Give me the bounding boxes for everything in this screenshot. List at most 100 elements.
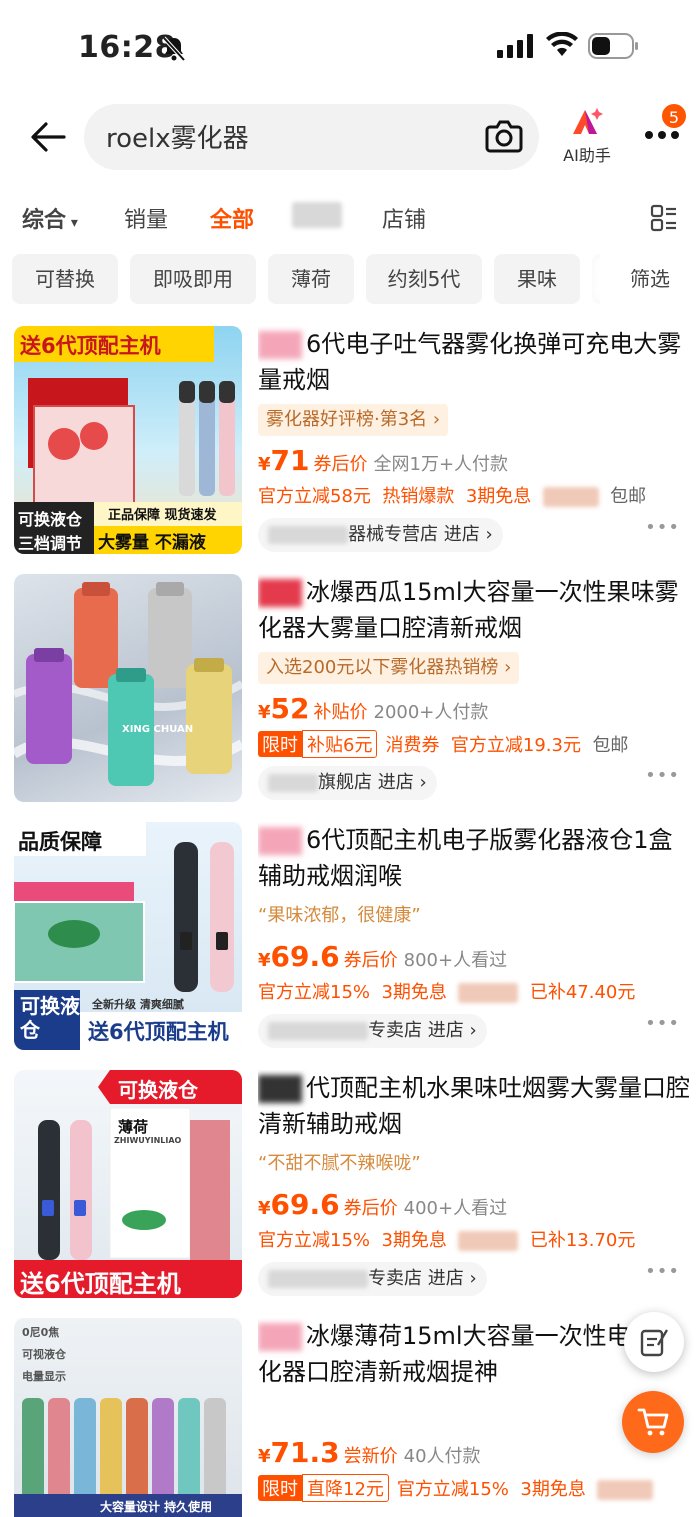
- price-label: 券后价: [343, 1198, 398, 1219]
- battery-icon: [588, 33, 638, 59]
- product-card[interactable]: 送6代顶配主机 可换液仓 三档调节 正品保障 现货速发 大雾量 不漏液 6代电子…: [0, 326, 700, 572]
- promo-tags: 官方立减15% 3期免息 已补47.40元: [258, 978, 694, 1010]
- subsidy-tag: 已补13.70元: [529, 1230, 636, 1251]
- status-bar: 16:28: [0, 0, 700, 96]
- img-text: 大容量设计 持久使用: [100, 1500, 213, 1514]
- layout-toggle-icon[interactable]: [650, 204, 678, 232]
- product-title-text: 冰爆薄荷15ml大容量一次性电子雾化器口腔清新戒烟提神: [258, 1322, 679, 1386]
- price-drop-tag: 直降12元: [302, 1474, 389, 1502]
- img-text: 可视液仓: [22, 1348, 66, 1361]
- more-options-icon[interactable]: •••: [645, 765, 680, 786]
- rank-badge[interactable]: 入选200元以下雾化器热销榜 ›: [258, 652, 520, 684]
- product-title-text: 冰爆西瓜15ml大容量一次性果味雾化器大雾量口腔清新戒烟: [258, 578, 679, 642]
- product-title: 代顶配主机水果味吐烟雾大雾量口腔清新辅助戒烟: [258, 1070, 694, 1142]
- chip-mint[interactable]: 薄荷: [268, 254, 354, 304]
- img-text: 三档调节: [18, 534, 83, 553]
- filter-button[interactable]: 筛选: [600, 254, 700, 304]
- img-text: 送6代顶配主机: [20, 1270, 181, 1298]
- chip-fruit[interactable]: 果味: [494, 254, 580, 304]
- img-text: 品质保障: [18, 830, 102, 854]
- cart-icon: [637, 1408, 669, 1436]
- more-options-icon[interactable]: •••: [645, 517, 680, 538]
- price-label: 券后价: [313, 454, 368, 475]
- product-card[interactable]: 品质保障 可换液仓 送6代顶配主机 全新升级 清爽细腻 6代顶配主机电子版雾化器…: [0, 822, 700, 1068]
- product-card[interactable]: 可换液仓 送6代顶配主机 薄荷 ZHIWUYINLIAO 代顶配主机水果味吐烟雾…: [0, 1070, 700, 1316]
- chip-ready-to-use[interactable]: 即吸即用: [130, 254, 256, 304]
- currency: ¥: [258, 1446, 271, 1467]
- blurred-brand: [258, 827, 302, 855]
- signal-icon: [497, 34, 533, 58]
- chip-replaceable[interactable]: 可替换: [12, 254, 118, 304]
- img-text: 0尼0焦: [22, 1326, 60, 1339]
- product-image: 品质保障 可换液仓 送6代顶配主机 全新升级 清爽细腻: [14, 822, 242, 1050]
- product-image: 可换液仓 送6代顶配主机 薄荷 ZHIWUYINLIAO: [14, 1070, 242, 1298]
- blurred-brand: [258, 579, 302, 607]
- wifi-icon: [546, 32, 578, 56]
- blurred-brand: [258, 1323, 302, 1351]
- bell-muted-icon: [162, 36, 186, 62]
- ai-sparkle-icon: [573, 108, 603, 134]
- product-title: 6代电子吐气器雾化换弹可充电大雾量戒烟: [258, 326, 694, 398]
- more-options-icon[interactable]: •••: [645, 1013, 680, 1034]
- rank-badge[interactable]: 雾化器好评榜·第3名 ›: [258, 404, 449, 436]
- product-card[interactable]: XING CHUAN 冰爆西瓜15ml大容量一次性果味雾化器大雾量口腔清新戒烟 …: [0, 574, 700, 820]
- camera-icon[interactable]: [484, 117, 524, 155]
- promo-tag: 热销爆款: [382, 486, 455, 507]
- shop-link[interactable]: 器械专营店 进店 ›: [258, 518, 503, 552]
- review-quote: “不甜不腻不辣喉咙”: [258, 1153, 421, 1174]
- product-2-illustration: [14, 582, 242, 786]
- blurred-tab[interactable]: [292, 202, 342, 234]
- img-brand-text: XING CHUAN: [122, 724, 194, 735]
- ai-assistant-button[interactable]: AI助手: [556, 106, 618, 166]
- price-row: ¥69.6 券后价 800+人看过: [258, 940, 694, 976]
- sort-comprehensive-label: 综合: [22, 208, 67, 233]
- product-card[interactable]: 0尼0焦 可视液仓 电量显示 大容量设计 持久使用 冰爆薄荷15ml大容量一次性…: [0, 1318, 700, 1517]
- shop-name: 器械专营店 进店 ›: [348, 524, 493, 545]
- price: 71: [270, 444, 310, 477]
- shipping-tag: 包邮: [610, 486, 647, 507]
- shop-link[interactable]: 专卖店 进店 ›: [258, 1262, 487, 1296]
- sort-comprehensive[interactable]: 综合 ▾: [22, 202, 78, 234]
- img-text: ZHIWUYINLIAO: [114, 1136, 182, 1145]
- promo-tag: 3期免息: [381, 1230, 447, 1251]
- product-info: 6代电子吐气器雾化换弹可充电大雾量戒烟 雾化器好评榜·第3名 › ¥71 券后价全…: [258, 326, 694, 552]
- more-options-icon[interactable]: •••: [645, 1261, 680, 1282]
- cart-button[interactable]: [622, 1391, 684, 1453]
- img-text: 送6代顶配主机: [20, 334, 161, 358]
- search-input[interactable]: roelx雾化器: [84, 104, 539, 170]
- price-label: 券后价: [343, 950, 398, 971]
- sort-sales[interactable]: 销量: [124, 202, 168, 234]
- img-text: 全新升级 清爽细腻: [92, 998, 184, 1011]
- promo-tag: 官方立减58元: [258, 486, 371, 507]
- promo-tags: 官方立减15% 3期免息 已补13.70元: [258, 1226, 694, 1258]
- price-row: ¥69.6 券后价 400+人看过: [258, 1188, 694, 1224]
- img-text: 可换液仓: [118, 1078, 198, 1102]
- product-title-text: 代顶配主机水果味吐烟雾大雾量口腔清新辅助戒烟: [258, 1074, 690, 1138]
- subsidy-tag: 补贴6元: [302, 730, 378, 758]
- product-title-text: 6代顶配主机电子版雾化器液仓1盒辅助戒烟润喉: [258, 826, 673, 890]
- blurred-brand: [258, 1075, 302, 1103]
- feedback-button[interactable]: [624, 1312, 684, 1372]
- shop-link[interactable]: 旗舰店 进店 ›: [258, 766, 437, 800]
- filter-chips: 可替换 即吸即用 薄荷 约刻5代 果味: [0, 254, 700, 306]
- sort-shop[interactable]: 店铺: [382, 202, 426, 234]
- chip-gen5[interactable]: 约刻5代: [366, 254, 482, 304]
- review-quote: “果味浓郁，很健康”: [258, 905, 421, 926]
- shop-name: 专卖店 进店 ›: [368, 1268, 477, 1289]
- currency: ¥: [258, 950, 271, 971]
- promo-tag: 官方立减15%: [258, 1230, 371, 1251]
- more-icon[interactable]: [644, 130, 680, 140]
- sort-all[interactable]: 全部: [210, 202, 254, 234]
- promo-tag: 官方立减15%: [396, 1479, 509, 1500]
- edit-note-icon: [640, 1329, 668, 1357]
- shop-link[interactable]: 专卖店 进店 ›: [258, 1014, 487, 1048]
- price: 69.6: [270, 1188, 340, 1221]
- currency: ¥: [258, 1198, 271, 1219]
- price-row: ¥52 补贴价 2000+人付款: [258, 692, 694, 728]
- promo-tag: 官方立减15%: [258, 982, 371, 1003]
- views-count: 400+人看过: [403, 1198, 508, 1219]
- shipping-tag: 包邮: [592, 735, 629, 756]
- back-arrow-icon[interactable]: [30, 120, 66, 154]
- search-query: roelx雾化器: [106, 124, 249, 154]
- promo-tag: 消费券: [385, 735, 440, 756]
